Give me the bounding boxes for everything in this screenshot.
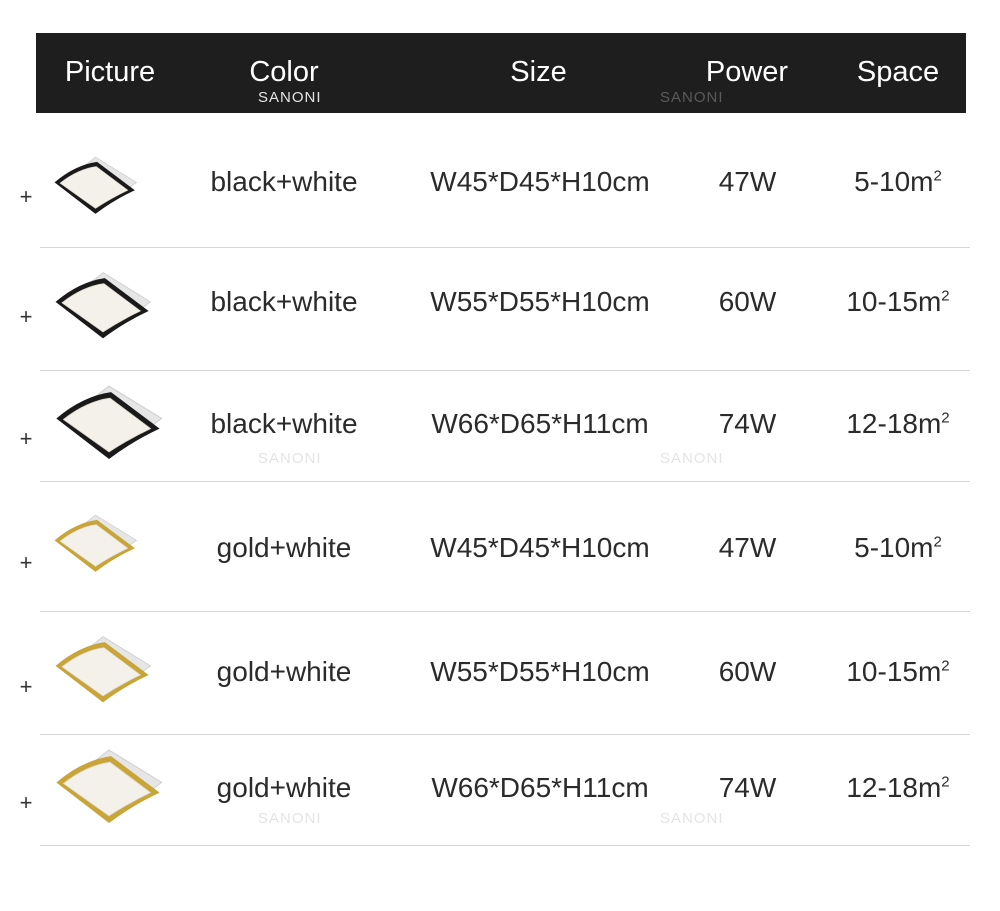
space-cell: 5-10m2 [826, 166, 970, 198]
space-cell: 12-18m2 [826, 772, 970, 804]
size-cell: W55*D55*H10cm [430, 656, 650, 687]
expand-plus-icon[interactable]: + [16, 426, 36, 452]
row-divider [40, 845, 970, 846]
space-cell: 12-18m2 [826, 408, 970, 440]
space-value: 5-10m [854, 532, 934, 563]
table-row: + gold+white W45*D45*H10cm 47W 5-10m2 [0, 482, 1000, 612]
size-cell: W66*D65*H11cm [431, 408, 649, 439]
table-row: + black+white W55*D55*H10cm 60W 10-15m2 [0, 248, 1000, 370]
color-cell: black+white [210, 166, 358, 197]
space-value: 10-15m [846, 286, 942, 317]
gold-frame-lamp-icon [48, 746, 170, 832]
table-row: + black+white W45*D45*H10cm 47W 5-10m2 [0, 130, 1000, 248]
square-unit-superscript: 2 [933, 167, 942, 185]
space-value: 12-18m [846, 408, 942, 439]
row-divider [40, 247, 970, 248]
size-cell: W66*D65*H11cm [431, 772, 649, 803]
power-cell: 47W [718, 532, 777, 563]
expand-plus-icon[interactable]: + [16, 674, 36, 700]
square-unit-superscript: 2 [941, 657, 950, 675]
color-cell: gold+white [216, 656, 352, 687]
black-frame-lamp-icon [48, 382, 170, 468]
square-unit-superscript: 2 [941, 773, 950, 791]
power-cell: 74W [718, 408, 777, 439]
row-divider [40, 481, 970, 482]
gold-frame-lamp-icon [48, 633, 158, 711]
space-cell: 5-10m2 [826, 532, 970, 564]
square-unit-superscript: 2 [933, 533, 942, 551]
color-cell: black+white [210, 408, 358, 439]
header-size: Size [510, 56, 567, 88]
watermark: SANONI [258, 89, 322, 106]
color-cell: black+white [210, 286, 358, 317]
table-row: + gold+white W66*D65*H11cm 74W 12-18m2 [0, 735, 1000, 845]
table-row: + gold+white W55*D55*H10cm 60W 10-15m2 [0, 612, 1000, 735]
space-value: 12-18m [846, 772, 942, 803]
row-divider [40, 734, 970, 735]
power-cell: 60W [718, 286, 777, 317]
expand-plus-icon[interactable]: + [16, 790, 36, 816]
size-cell: W55*D55*H10cm [430, 286, 650, 317]
expand-plus-icon[interactable]: + [16, 304, 36, 330]
black-frame-lamp-icon [48, 154, 143, 222]
square-unit-superscript: 2 [941, 287, 950, 305]
gold-frame-lamp-icon [48, 512, 143, 580]
color-cell: gold+white [216, 532, 352, 563]
header-picture: Picture [64, 56, 156, 88]
watermark: SANONI [660, 89, 724, 106]
table-row: + black+white W66*D65*H11cm 74W 12-18m2 [0, 370, 1000, 482]
expand-plus-icon[interactable]: + [16, 550, 36, 576]
power-cell: 47W [718, 166, 777, 197]
size-cell: W45*D45*H10cm [430, 532, 650, 563]
table-header: Picture Color Size Power Space [36, 33, 966, 113]
size-cell: W45*D45*H10cm [430, 166, 650, 197]
space-value: 5-10m [854, 166, 934, 197]
space-cell: 10-15m2 [826, 656, 970, 688]
space-value: 10-15m [846, 656, 942, 687]
expand-plus-icon[interactable]: + [16, 184, 36, 210]
black-frame-lamp-icon [48, 269, 158, 347]
header-space: Space [856, 56, 940, 88]
color-cell: gold+white [216, 772, 352, 803]
power-cell: 60W [718, 656, 777, 687]
square-unit-superscript: 2 [941, 409, 950, 427]
row-divider [40, 611, 970, 612]
space-cell: 10-15m2 [826, 286, 970, 318]
row-divider [40, 370, 970, 371]
power-cell: 74W [718, 772, 777, 803]
